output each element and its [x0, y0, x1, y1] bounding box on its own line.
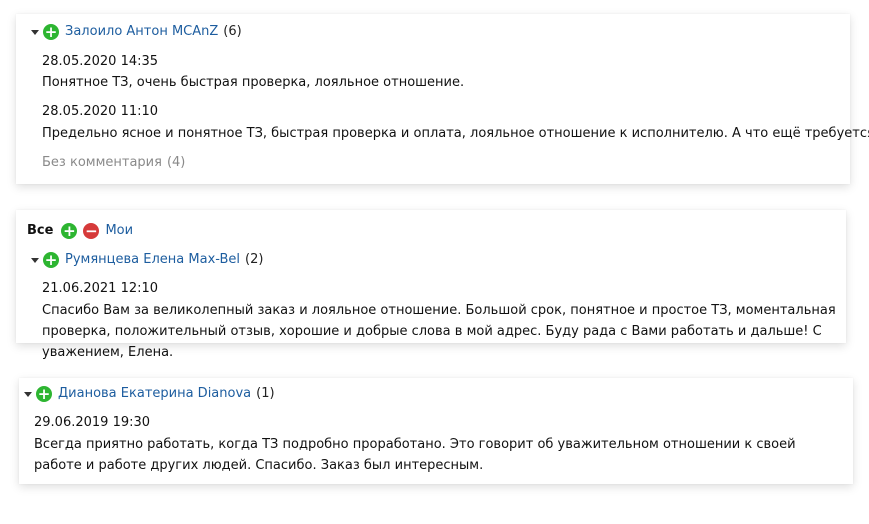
plus-icon[interactable]: +: [43, 24, 59, 40]
author-link[interactable]: Залоило Антон MCAnZ: [65, 24, 218, 40]
review-text: Понятное ТЗ, очень быстрая проверка, лоя…: [42, 75, 465, 90]
no-comment-count: (4): [166, 155, 186, 170]
review-text: Предельно ясное и понятное ТЗ, быстрая п…: [42, 126, 869, 141]
author-link[interactable]: Дианова Екатерина Dianova: [58, 386, 251, 402]
author-link[interactable]: Румянцева Елена Max-Bel: [65, 252, 240, 268]
no-comment-label[interactable]: Без комментария: [42, 155, 162, 171]
caret-down-icon[interactable]: [31, 29, 39, 35]
review-card-2: Все + − Мои + Румянцева Елена Max-Bel (2…: [16, 210, 846, 360]
filter-row: Все + − Мои: [27, 223, 133, 239]
caret-down-icon[interactable]: [31, 257, 39, 263]
review-date: 28.05.2020 11:10: [42, 104, 159, 119]
filter-mine[interactable]: Мои: [105, 223, 133, 239]
review-count: (6): [223, 24, 242, 40]
review-date: 21.06.2021 12:10: [42, 281, 159, 296]
minus-icon[interactable]: −: [83, 223, 100, 239]
caret-down-icon[interactable]: [24, 391, 32, 397]
no-comment-row[interactable]: Без комментария (4): [42, 155, 185, 171]
review-text: Всегда приятно работать, когда ТЗ подроб…: [34, 437, 796, 473]
plus-icon[interactable]: +: [36, 386, 52, 402]
plus-icon[interactable]: +: [61, 223, 78, 239]
review-date: 29.06.2019 19:30: [34, 415, 151, 430]
review-card-3: + Дианова Екатерина Dianova (1) 29.06.20…: [19, 378, 853, 484]
author-row: + Румянцева Елена Max-Bel (2): [31, 252, 263, 268]
review-date: 28.05.2020 14:35: [42, 54, 159, 69]
review-count: (1): [256, 386, 275, 402]
review-text: Спасибо Вам за великолепный заказ и лоял…: [42, 303, 836, 360]
author-row: + Дианова Екатерина Dianova (1): [24, 386, 275, 402]
plus-icon[interactable]: +: [43, 252, 59, 268]
review-count: (2): [245, 252, 264, 268]
filter-all[interactable]: Все: [27, 223, 53, 239]
author-row: + Залоило Антон MCAnZ (6): [31, 24, 242, 40]
review-card-1: + Залоило Антон MCAnZ (6) 28.05.2020 14:…: [16, 14, 869, 184]
